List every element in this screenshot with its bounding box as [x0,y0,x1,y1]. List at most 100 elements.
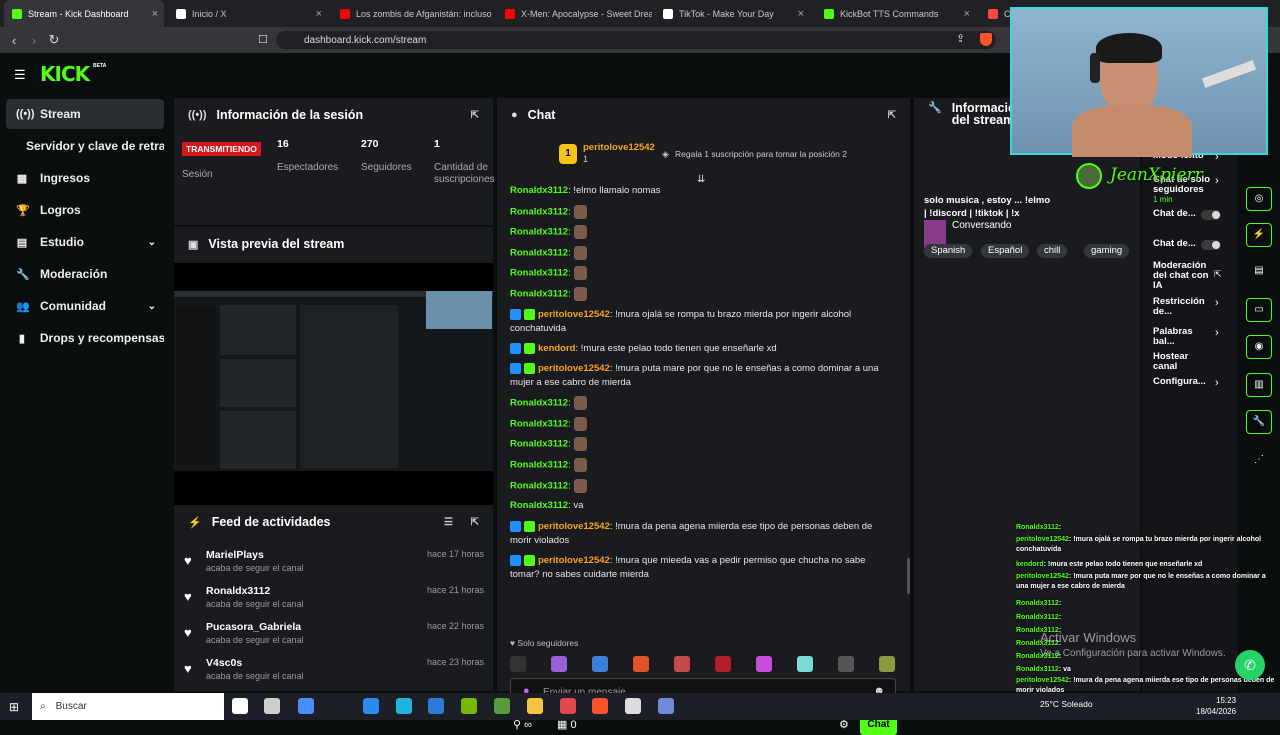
menu-icon[interactable]: ☰ [14,67,26,83]
chat-username[interactable]: peritolove12542 [538,309,610,320]
browser-tab[interactable]: X-Men: Apocalypse - Sweet Dreams× [497,0,652,27]
setting-item[interactable]: Restricción de... [1153,297,1213,317]
filter-icon[interactable]: ☰ [444,517,453,528]
chat-username[interactable]: peritolove12542 [538,555,610,566]
stream-tag[interactable]: gaming [1084,244,1130,258]
taskbar-clock[interactable]: 15:23 18/04/2026 [1196,695,1236,717]
chat-username[interactable]: Ronaldx3112 [510,227,568,238]
feed-item[interactable]: ♥ Ronaldx3112 acaba de seguir el canal hace… [184,585,484,619]
popout-icon[interactable]: ⇱ [471,110,479,121]
toggle-switch[interactable] [1201,210,1221,220]
doc-icon[interactable]: ▤ [1246,260,1272,284]
popout-icon[interactable]: ⇱ [888,110,896,121]
stream-tag[interactable]: Español [981,244,1030,258]
top-gifter[interactable]: 1 peritolove12542 1 ◈ Regala 1 suscripci… [559,142,859,168]
chat-username[interactable]: Ronaldx3112 [510,481,568,492]
browser-tab[interactable]: C [980,0,1010,27]
chevron-down-icon[interactable]: ⌄ [148,301,156,312]
sidebar-item[interactable]: Servidor y clave de retransmisión [6,131,164,161]
sidebar-item[interactable]: 👥 Comunidad ⌄ [6,291,164,321]
sidebar-item[interactable]: 🏆 Logros [6,195,164,225]
preview-video[interactable] [174,263,493,505]
discord-icon[interactable] [658,698,674,714]
brave-icon[interactable] [592,698,608,714]
lightning-icon[interactable]: ⚡ [1246,223,1272,247]
chat-icon[interactable]: ▭ [1246,298,1272,322]
copilot-icon[interactable] [298,698,314,714]
url-field[interactable]: dashboard.kick.com/stream [276,31,996,49]
setting-item[interactable]: Moderación del chat con IA [1153,261,1213,291]
tab-close-icon[interactable]: × [964,8,970,20]
sidebar-item[interactable]: ▤ Estudio ⌄ [6,227,164,257]
minecraft-icon[interactable] [494,698,510,714]
reload-icon[interactable]: ↻ [44,32,64,48]
chat-username[interactable]: Ronaldx3112 [510,248,568,259]
back-icon[interactable]: ‹ [4,33,24,48]
chat-message[interactable]: Ronaldx3112: [510,205,895,220]
chat-message[interactable]: Ronaldx3112: !elmo llamalo nomas [510,184,895,198]
chat-message[interactable]: peritolove12542: !mura ojalá se rompa tu… [510,308,895,336]
sidebar-item[interactable]: ((•)) Stream [6,99,164,129]
chat-scrollbar[interactable] [907,558,910,594]
wrench-icon[interactable]: 🔧 [1246,410,1272,434]
tab-close-icon[interactable]: × [152,8,158,20]
explorer-icon[interactable] [527,698,543,714]
emote-icon[interactable] [756,656,772,672]
chat-message[interactable]: peritolove12542: !mura que mieeda vas a … [510,554,895,582]
emote-icon[interactable] [551,656,567,672]
store-icon[interactable] [363,698,379,714]
chat-message[interactable]: Ronaldx3112: [510,246,895,261]
emote-icon[interactable] [879,656,895,672]
emote-icon[interactable] [633,656,649,672]
toggle-switch[interactable] [1201,240,1221,250]
broadcast-icon[interactable]: ◉ [1246,335,1272,359]
kick-app-icon[interactable] [560,698,576,714]
category-name[interactable]: Conversando [952,220,1011,231]
chat-message[interactable]: Ronaldx3112: [510,225,895,240]
chat-username[interactable]: Ronaldx3112 [510,500,568,511]
chat-username[interactable]: Ronaldx3112 [510,419,568,430]
chat-message[interactable]: Ronaldx3112: [510,458,895,473]
emote-icon[interactable] [592,656,608,672]
sidebar-item[interactable]: ▮ Drops y recompensas [6,323,164,353]
edge-icon[interactable] [396,698,412,714]
emote-icon[interactable] [715,656,731,672]
chat-message[interactable]: Ronaldx3112: [510,437,895,452]
forward-icon[interactable]: › [24,33,44,48]
taskbar-search[interactable]: ⌕ Buscar [32,693,224,720]
browser-tab[interactable]: KickBot TTS Commands × [816,0,976,27]
stream-tag[interactable]: Spanish [924,244,973,258]
kick-logo[interactable]: KICK [40,62,90,86]
chevron-down-icon[interactable]: ⌄ [148,237,156,248]
brave-shield-icon[interactable] [980,33,992,46]
task-view-icon[interactable] [232,698,248,714]
chat-username[interactable]: Ronaldx3112 [510,460,568,471]
chat-username[interactable]: Ronaldx3112 [510,207,568,218]
target-icon[interactable]: ◎ [1246,187,1272,211]
chat-message[interactable]: peritolove12542: !mura da pena agena mii… [510,520,895,548]
feed-item[interactable]: ♥ MarielPlays acaba de seguir el canal hace… [184,549,484,583]
emote-icon[interactable] [674,656,690,672]
emote-icon[interactable] [797,656,813,672]
browser-tab[interactable]: Stream - Kick Dashboard × [4,0,164,27]
chat-message[interactable]: Ronaldx3112: [510,417,895,432]
chat-message[interactable]: Ronaldx3112: [510,396,895,411]
windows-start-icon[interactable]: ⊞ [9,700,19,714]
emote-icon[interactable] [510,656,526,672]
share-icon[interactable]: ⋰ [1246,449,1272,473]
tab-close-icon[interactable]: × [798,8,804,20]
chat-message[interactable]: kendord: !mura este pelao todo tienen qu… [510,342,895,356]
feed-item[interactable]: ♥ V4sc0s acaba de seguir el canal hace 23 h… [184,657,484,691]
emote-icon[interactable] [838,656,854,672]
chat-username[interactable]: Ronaldx3112 [510,439,568,450]
setting-item[interactable]: Palabras bal... [1153,327,1213,347]
chat-message[interactable]: Ronaldx3112: [510,266,895,281]
external-link-icon[interactable]: ⇱ [1214,269,1222,280]
chat-username[interactable]: peritolove12542 [538,521,610,532]
sidebar-item[interactable]: 🔧 Moderación [6,259,164,289]
weather-widget[interactable]: 25°C Soleado [1040,699,1093,709]
chat-message[interactable]: Ronaldx3112: [510,479,895,494]
popout-icon[interactable]: ⇱ [471,517,479,528]
chevron-right-icon[interactable]: › [1215,327,1219,339]
feed-item[interactable]: ♥ Pucasora_Gabriela acaba de seguir el can… [184,621,484,655]
